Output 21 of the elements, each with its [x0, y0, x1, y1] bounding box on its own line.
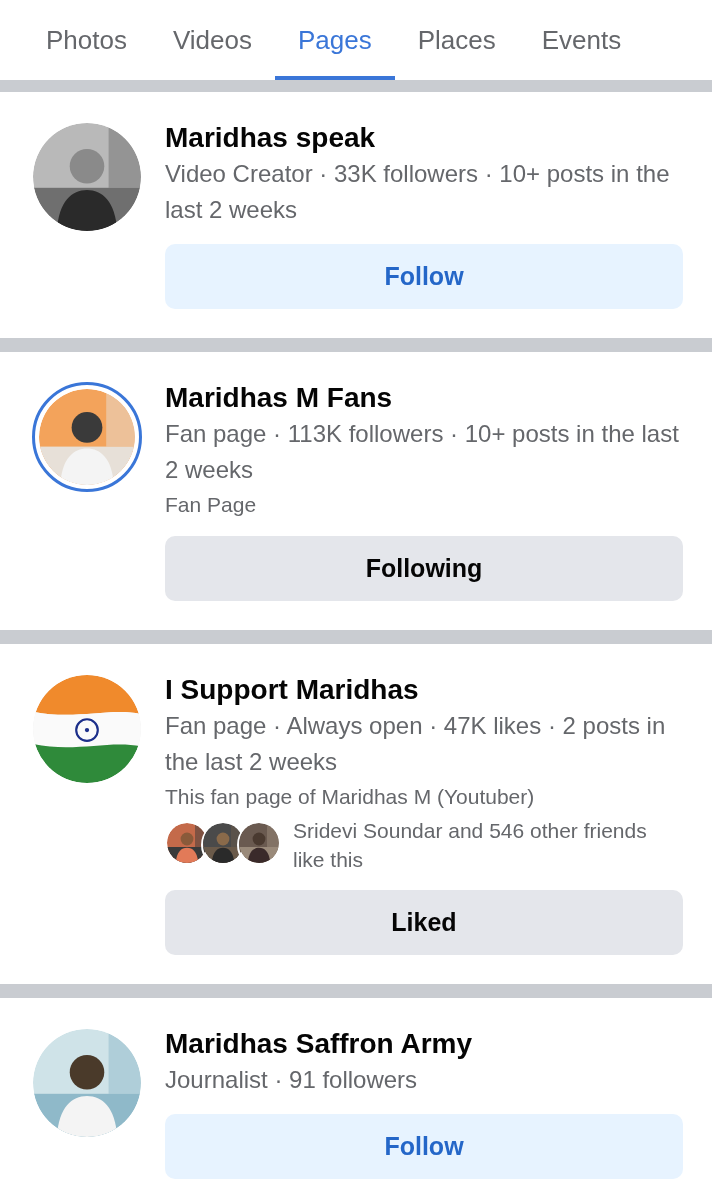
page-name[interactable]: Maridhas M Fans	[165, 380, 683, 416]
page-action-button[interactable]: Follow	[165, 244, 683, 309]
tab[interactable]: Pages	[275, 0, 395, 80]
page-name[interactable]: I Support Maridhas	[165, 672, 683, 708]
page-details: Fan page · 113K followers · 10+ posts in the last 2 weeks	[165, 419, 680, 485]
friends-like-text: Sridevi Soundar and 546 other friends like this	[293, 818, 648, 873]
tab[interactable]: Events	[518, 0, 645, 80]
page-details: Video Creator · 33K followers · 10+ posts in the last 2 weeks	[165, 159, 671, 225]
page-action-button[interactable]: Liked	[165, 890, 683, 955]
tab[interactable]: Videos	[149, 0, 275, 80]
page-name[interactable]: Maridhas Saffron Army	[165, 1026, 683, 1062]
page-name[interactable]: Maridhas speak	[165, 120, 683, 156]
tab[interactable]: Photos	[23, 0, 150, 80]
avatar-ring[interactable]	[32, 382, 142, 492]
tab[interactable]: Places	[394, 0, 519, 80]
page-details: Journalist · 91 followers	[165, 1065, 419, 1095]
page-details: Fan page · Always open · 47K likes · 2 posts in the last 2 weeks	[165, 711, 667, 777]
page-category: This fan page of Maridhas M (Youtuber)	[165, 784, 536, 810]
page-category: Fan Page	[165, 492, 258, 518]
page-action-button[interactable]: Following	[165, 536, 683, 601]
page-action-button[interactable]: Follow	[165, 1114, 683, 1179]
